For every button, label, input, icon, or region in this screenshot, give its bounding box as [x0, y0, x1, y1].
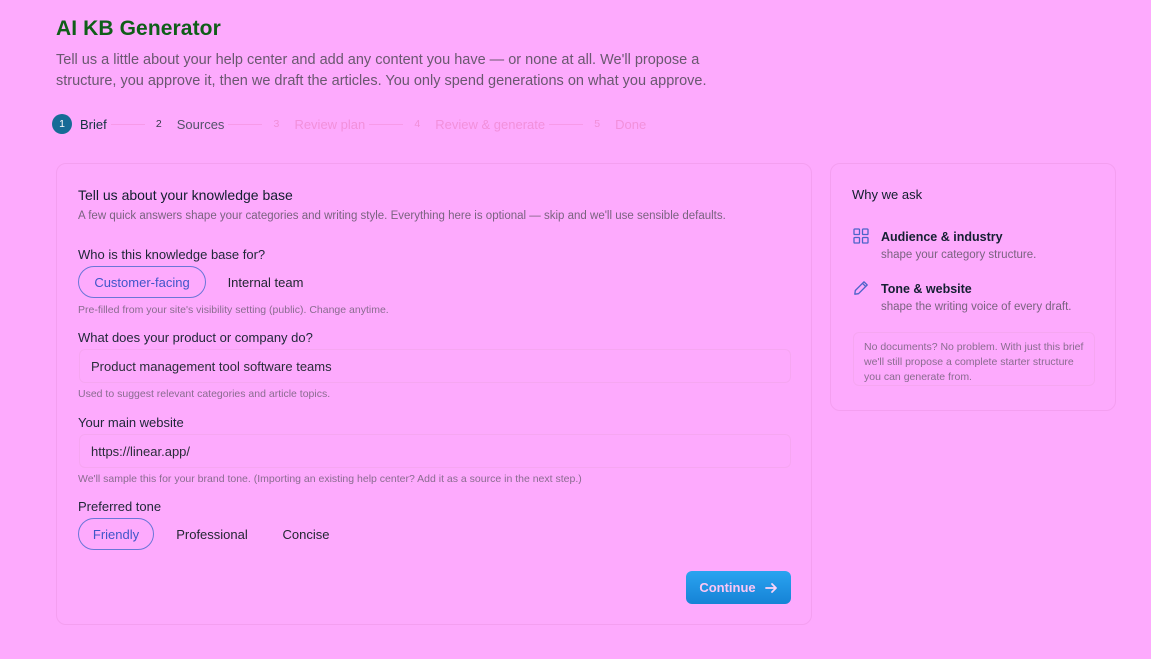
step-review-plan[interactable]: 3 Review plan: [266, 114, 366, 134]
website-input[interactable]: https://linear.app/: [79, 434, 791, 468]
intro-text: Tell us a little about your help center …: [56, 52, 707, 89]
why-item-title: Tone & website: [881, 282, 972, 296]
step-separator: [369, 123, 404, 125]
step-review-generate[interactable]: 4 Review & generate: [407, 114, 545, 134]
brief-card: Tell us about your knowledge base A few …: [56, 163, 812, 625]
audience-internal-team-chip[interactable]: Internal team: [212, 266, 319, 298]
why-item-title: Audience & industry: [881, 230, 1003, 244]
step-done[interactable]: 5 Done: [587, 114, 646, 134]
continue-button[interactable]: Continue: [686, 571, 791, 604]
stepper: 1 Brief 2 Sources 3 Review plan 4 Review…: [52, 113, 646, 135]
step-separator: [110, 123, 145, 125]
audience-label: Who is this knowledge base for?: [78, 247, 266, 262]
step-number: 5: [594, 118, 601, 130]
product-hint: Used to suggest relevant categories and …: [78, 388, 331, 400]
tone-label: Preferred tone: [78, 499, 162, 514]
website-hint: We'll sample this for your brand tone. (…: [78, 473, 582, 485]
tone-professional-chip[interactable]: Professional: [163, 518, 261, 550]
brief-subheading: A few quick answers shape your categorie…: [78, 210, 726, 222]
product-label: What does your product or company do?: [78, 330, 313, 345]
no-documents-note: No documents? No problem. With just this…: [853, 332, 1095, 386]
tone-concise-chip[interactable]: Concise: [270, 518, 342, 550]
why-item-desc: shape your category structure.: [881, 249, 1037, 261]
step-separator: [228, 123, 263, 125]
step-brief[interactable]: 1 Brief: [52, 114, 107, 134]
step-label: Sources: [176, 116, 225, 132]
tone-friendly-chip[interactable]: Friendly: [78, 518, 154, 550]
step-label: Review plan: [294, 116, 366, 132]
audience-customer-facing-chip[interactable]: Customer-facing: [78, 266, 206, 298]
why-item-desc: shape the writing voice of every draft.: [881, 301, 1072, 313]
step-separator: [549, 123, 584, 125]
step-number: 1: [52, 114, 72, 134]
product-description-input[interactable]: Product management tool software teams: [79, 349, 791, 383]
brief-heading: Tell us about your knowledge base: [78, 187, 293, 203]
step-label: Review & generate: [435, 116, 546, 132]
audience-hint: Pre-filled from your site's visibility s…: [78, 304, 389, 316]
step-number: 2: [155, 118, 162, 130]
step-sources[interactable]: 2 Sources: [149, 114, 225, 134]
why-heading: Why we ask: [852, 187, 923, 202]
continue-button-label: Continue: [699, 580, 756, 595]
arrow-right-icon: [764, 581, 778, 595]
pencil-icon: [853, 280, 869, 296]
step-number: 3: [273, 118, 280, 130]
grid-icon: [853, 228, 869, 244]
step-label: Done: [615, 116, 647, 132]
page-title: AI KB Generator: [56, 17, 221, 40]
website-label: Your main website: [78, 415, 184, 430]
why-we-ask-card: Why we ask Audience & industry shape you…: [830, 163, 1116, 411]
step-number: 4: [414, 118, 421, 130]
step-label: Brief: [80, 116, 107, 132]
